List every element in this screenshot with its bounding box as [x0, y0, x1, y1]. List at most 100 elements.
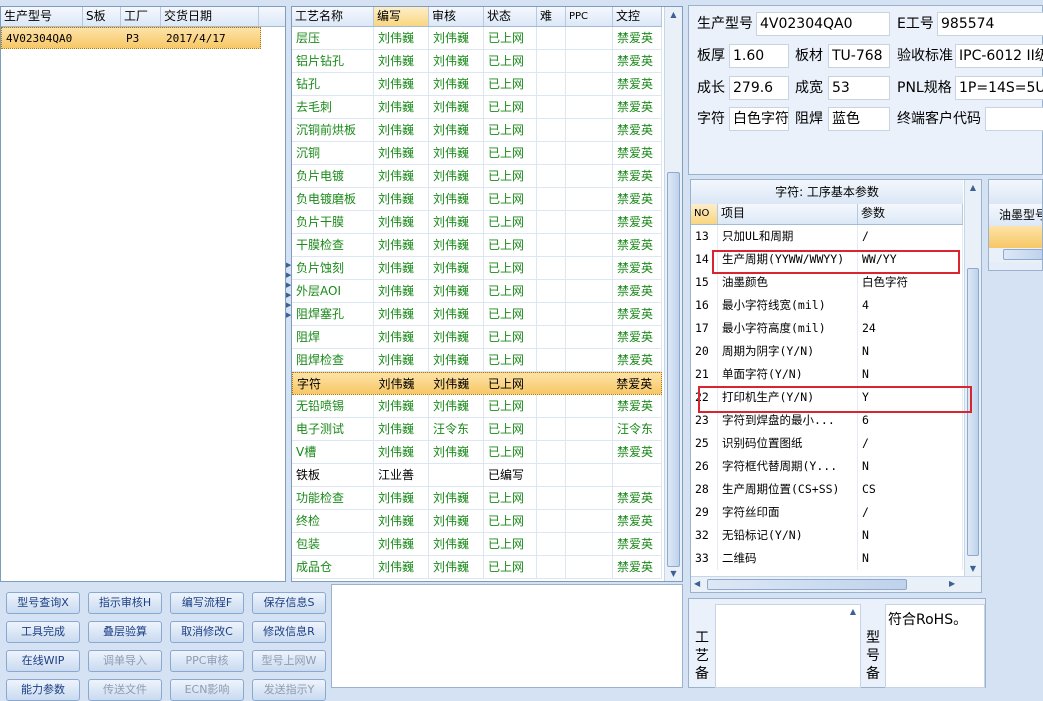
ink-panel-titlebar	[989, 180, 1042, 204]
param-row[interactable]: 13 只加UL和周期 /	[691, 225, 963, 248]
param-hscrollbar[interactable]: ◀ ▶	[691, 576, 981, 592]
param-row[interactable]: 29 字符丝印面 /	[691, 501, 963, 524]
thickness-label: 板厚	[697, 48, 725, 64]
param-row[interactable]: 25 识别码位置图纸 /	[691, 432, 963, 455]
action-button[interactable]: 在线WIP	[6, 650, 80, 672]
process-row[interactable]: 沉铜前烘板 刘伟巍 刘伟巍 已上网 禁爱英	[292, 119, 662, 142]
thickness-field[interactable]: 1.60	[729, 44, 789, 68]
process-row[interactable]: V槽 刘伟巍 刘伟巍 已上网 禁爱英	[292, 441, 662, 464]
action-button[interactable]: 保存信息S	[252, 592, 326, 614]
col-author[interactable]: 编写	[374, 7, 429, 26]
process-row[interactable]: 去毛刺 刘伟巍 刘伟巍 已上网 禁爱英	[292, 96, 662, 119]
order-row[interactable]: 4V02304QA0 P3 2017/4/17	[1, 27, 261, 49]
char-field[interactable]: 白色字符	[729, 107, 789, 131]
process-row[interactable]: 无铅喷锡 刘伟巍 刘伟巍 已上网 禁爱英	[292, 395, 662, 418]
param-row[interactable]: 33 二维码 N	[691, 547, 963, 570]
col-s-board[interactable]: S板	[83, 7, 121, 26]
col-item[interactable]: 项目	[718, 204, 858, 224]
param-row[interactable]: 26 字符框代替周期(Y... N	[691, 455, 963, 478]
model-note-label: 型号备	[866, 630, 880, 682]
pnl-field[interactable]: 1P=14S=5U	[955, 76, 1043, 100]
process-row[interactable]: 沉铜 刘伟巍 刘伟巍 已上网 禁爱英	[292, 142, 662, 165]
width-field[interactable]: 53	[828, 76, 890, 100]
param-grid-header: NO 项目 参数	[691, 204, 963, 225]
customer-code-field[interactable]	[985, 107, 1043, 131]
process-row[interactable]: 负电镀磨板 刘伟巍 刘伟巍 已上网 禁爱英	[292, 188, 662, 211]
col-status[interactable]: 状态	[484, 7, 537, 26]
param-row[interactable]: 21 单面字符(Y/N) N	[691, 363, 963, 386]
col-no[interactable]: NO	[691, 204, 718, 224]
process-row[interactable]: 负片电镀 刘伟巍 刘伟巍 已上网 禁爱英	[292, 165, 662, 188]
process-row[interactable]: 负片干膜 刘伟巍 刘伟巍 已上网 禁爱英	[292, 211, 662, 234]
action-button[interactable]: 调单导入	[88, 650, 162, 672]
param-row[interactable]: 28 生产周期位置(CS+SS) CS	[691, 478, 963, 501]
col-model[interactable]: 生产型号	[1, 7, 83, 26]
mask-field[interactable]: 蓝色	[828, 107, 890, 131]
process-row[interactable]: 字符 刘伟巍 刘伟巍 已上网 禁爱英	[292, 372, 662, 395]
action-button[interactable]: 型号查询X	[6, 592, 80, 614]
action-button[interactable]: 叠层验算	[88, 621, 162, 643]
ink-hscrollbar[interactable]	[989, 248, 1043, 262]
model-field[interactable]: 4V02304QA0	[756, 12, 890, 36]
process-scrollbar[interactable]: ▲ ▼	[664, 7, 682, 581]
customer-code-label: 终端客户代码	[897, 111, 981, 127]
process-row[interactable]: 阻焊塞孔 刘伟巍 刘伟巍 已上网 禁爱英	[292, 303, 662, 326]
col-ppc[interactable]: PPC	[566, 7, 613, 26]
blank-area	[331, 584, 683, 688]
process-note-field[interactable]: ▲	[715, 604, 861, 688]
col-difficulty[interactable]: 难	[537, 7, 566, 26]
material-field[interactable]: TU-768	[828, 44, 890, 68]
process-row[interactable]: 阻焊 刘伟巍 刘伟巍 已上网 禁爱英	[292, 326, 662, 349]
col-delivery-date[interactable]: 交货日期	[161, 7, 259, 26]
standard-field[interactable]: IPC-6012 II级	[955, 44, 1043, 68]
process-row[interactable]: 成品仓 刘伟巍 刘伟巍 已上网 禁爱英	[292, 556, 662, 579]
process-row[interactable]: 干膜检查 刘伟巍 刘伟巍 已上网 禁爱英	[292, 234, 662, 257]
action-button[interactable]: 编写流程F	[170, 592, 244, 614]
length-field[interactable]: 279.6	[729, 76, 789, 100]
param-row[interactable]: 16 最小字符线宽(mil) 4	[691, 294, 963, 317]
param-row[interactable]: 17 最小字符高度(mil) 24	[691, 317, 963, 340]
process-row[interactable]: 终检 刘伟巍 刘伟巍 已上网 禁爱英	[292, 510, 662, 533]
action-button[interactable]: 修改信息R	[252, 621, 326, 643]
action-button[interactable]: 型号上网W	[252, 650, 326, 672]
process-row[interactable]: 电子测试 刘伟巍 汪令东 已上网 汪令东	[292, 418, 662, 441]
model-note-field[interactable]: 符合RoHS。	[885, 604, 985, 688]
param-scrollbar[interactable]: ▲ ▼	[964, 180, 981, 576]
process-row[interactable]: 层压 刘伟巍 刘伟巍 已上网 禁爱英	[292, 27, 662, 50]
ink-row[interactable]	[989, 226, 1042, 248]
material-label: 板材	[795, 48, 823, 64]
process-row[interactable]: 外层AOI 刘伟巍 刘伟巍 已上网 禁爱英	[292, 280, 662, 303]
param-row[interactable]: 20 周期为阴字(Y/N) N	[691, 340, 963, 363]
highlight-row-14	[712, 250, 960, 274]
col-reviewer[interactable]: 审核	[429, 7, 484, 26]
col-doc-control[interactable]: 文控	[613, 7, 662, 26]
info-panel: 生产型号 4V02304QA0 E工号 985574 板厚 1.60 板材 TU…	[688, 5, 1043, 175]
col-param[interactable]: 参数	[858, 204, 963, 224]
process-row[interactable]: 包装 刘伟巍 刘伟巍 已上网 禁爱英	[292, 533, 662, 556]
process-row[interactable]: 功能检查 刘伟巍 刘伟巍 已上网 禁爱英	[292, 487, 662, 510]
action-button[interactable]: 工具完成	[6, 621, 80, 643]
col-factory[interactable]: 工厂	[121, 7, 161, 26]
notes-panel: 工艺备 ▲ 型号备 符合RoHS。	[688, 598, 986, 688]
mask-label: 阻焊	[795, 111, 823, 127]
ink-panel: 油墨型号	[988, 179, 1043, 271]
process-row[interactable]: 铁板 江业善 已编写	[292, 464, 662, 487]
process-row[interactable]: 负片蚀刻 刘伟巍 刘伟巍 已上网 禁爱英	[292, 257, 662, 280]
col-process-name[interactable]: 工艺名称	[292, 7, 374, 26]
action-button[interactable]: 传送文件	[88, 679, 162, 701]
action-button[interactable]: 取消修改C	[170, 621, 244, 643]
emp-field[interactable]: 985574	[937, 12, 1043, 36]
param-panel: 字符: 工序基本参数 NO 项目 参数 13 只加UL和周期/14 生产周期(YYW…	[690, 179, 982, 593]
ink-model-header[interactable]: 油墨型号	[989, 204, 1042, 226]
splitter-handle[interactable]: ▶ ▶ ▶ ▶ ▶ ▶	[286, 260, 291, 330]
param-row[interactable]: 32 无铅标记(Y/N) N	[691, 524, 963, 547]
action-button[interactable]: PPC审核	[170, 650, 244, 672]
action-button[interactable]: 能力参数	[6, 679, 80, 701]
process-row[interactable]: 钻孔 刘伟巍 刘伟巍 已上网 禁爱英	[292, 73, 662, 96]
action-button[interactable]: ECN影响	[170, 679, 244, 701]
process-row[interactable]: 阻焊检查 刘伟巍 刘伟巍 已上网 禁爱英	[292, 349, 662, 372]
param-row[interactable]: 15 油墨颜色 白色字符	[691, 271, 963, 294]
action-button[interactable]: 指示审核H	[88, 592, 162, 614]
action-button[interactable]: 发送指示Y	[252, 679, 326, 701]
process-row[interactable]: 铝片钻孔 刘伟巍 刘伟巍 已上网 禁爱英	[292, 50, 662, 73]
